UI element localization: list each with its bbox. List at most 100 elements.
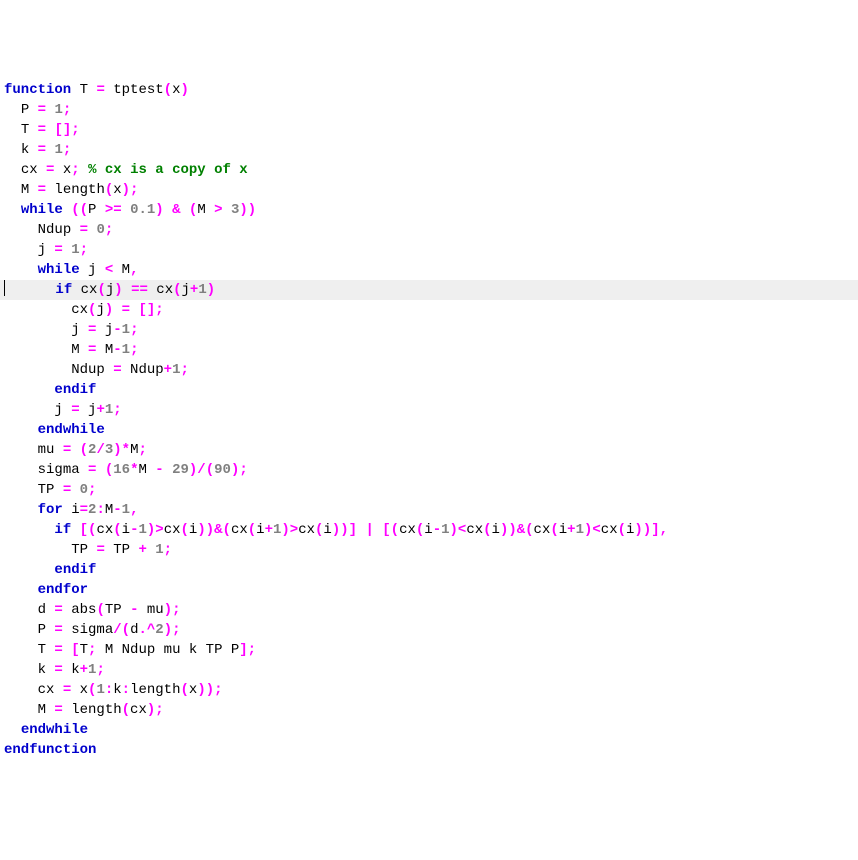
token-id: j (38, 242, 55, 258)
token-n: 2 (155, 622, 163, 638)
code-line[interactable]: d = abs(TP - mu); (0, 600, 858, 620)
token-op: = (54, 662, 62, 678)
indent (4, 162, 21, 178)
token-id: abs (63, 602, 97, 618)
token-op: = (63, 682, 71, 698)
token-op: ; (113, 402, 121, 418)
token-id: mu (138, 602, 163, 618)
indent (4, 122, 21, 138)
code-line[interactable]: for i=2:M-1, (0, 500, 858, 520)
code-line[interactable]: k = k+1; (0, 660, 858, 680)
token-op: - (155, 462, 163, 478)
token-op: ( (122, 702, 130, 718)
code-line[interactable]: if cx(j) == cx(j+1) (0, 280, 858, 300)
indent (4, 642, 38, 658)
token-op: - (113, 322, 121, 338)
token-n: 1 (96, 682, 104, 698)
token-op: = (96, 542, 104, 558)
token-k: if (54, 522, 71, 538)
code-line[interactable]: k = 1; (0, 140, 858, 160)
token-id (122, 202, 130, 218)
token-n: 1 (122, 322, 130, 338)
token-op: ( (618, 522, 626, 538)
token-id: M (105, 502, 113, 518)
code-line[interactable]: endwhile (0, 420, 858, 440)
indent (4, 522, 54, 538)
code-line[interactable]: P = 1; (0, 100, 858, 120)
token-id: cx (534, 522, 551, 538)
token-op: / (96, 442, 104, 458)
code-line[interactable]: cx(j) = []; (0, 300, 858, 320)
token-id: P (38, 622, 55, 638)
token-n: 0.1 (130, 202, 155, 218)
token-op: + (567, 522, 575, 538)
token-op: , (130, 262, 138, 278)
code-line[interactable]: while j < M, (0, 260, 858, 280)
indent (4, 102, 21, 118)
token-op: ( (181, 682, 189, 698)
indent (4, 382, 54, 398)
indent (4, 262, 38, 278)
code-line[interactable]: sigma = (16*M - 29)/(90); (0, 460, 858, 480)
token-op: - (433, 522, 441, 538)
code-line[interactable]: M = length(cx); (0, 700, 858, 720)
code-line[interactable]: mu = (2/3)*M; (0, 440, 858, 460)
token-id: M (21, 182, 38, 198)
code-line[interactable]: TP = 0; (0, 480, 858, 500)
code-line[interactable]: endfor (0, 580, 858, 600)
code-line[interactable]: M = length(x); (0, 180, 858, 200)
code-line[interactable]: j = j-1; (0, 320, 858, 340)
token-n: 1 (155, 542, 163, 558)
code-line[interactable]: endwhile (0, 720, 858, 740)
token-op: >= (105, 202, 122, 218)
indent (4, 222, 38, 238)
token-op: ; (130, 342, 138, 358)
code-line[interactable]: T = [T; M Ndup mu k TP P]; (0, 640, 858, 660)
token-id: cx (72, 282, 97, 298)
token-id: i (424, 522, 432, 538)
code-line[interactable]: endfunction (0, 740, 858, 760)
code-line[interactable]: M = M-1; (0, 340, 858, 360)
code-line[interactable]: P = sigma/(d.^2); (0, 620, 858, 640)
code-line[interactable]: cx = x; % cx is a copy of x (0, 160, 858, 180)
token-op: = (38, 102, 46, 118)
token-id: cx (148, 282, 173, 298)
token-id (71, 522, 79, 538)
code-line[interactable]: T = []; (0, 120, 858, 140)
token-op: ; (71, 162, 79, 178)
code-line[interactable]: function T = tptest(x) (0, 80, 858, 100)
code-line[interactable]: while ((P >= 0.1) & (M > 3)) (0, 200, 858, 220)
token-id (113, 302, 121, 318)
code-line[interactable]: j = j+1; (0, 400, 858, 420)
code-editor[interactable]: function T = tptest(x) P = 1; T = []; k … (0, 80, 858, 760)
token-n: 1 (54, 102, 62, 118)
token-id: j (96, 302, 104, 318)
token-id: j (71, 322, 88, 338)
code-line[interactable]: TP = TP + 1; (0, 540, 858, 560)
indent (4, 542, 71, 558)
token-n: 3 (105, 442, 113, 458)
token-id: cx (130, 702, 147, 718)
token-op: ; (180, 362, 188, 378)
indent (4, 482, 38, 498)
token-op: = (96, 82, 104, 98)
token-op: ( (164, 82, 172, 98)
code-line[interactable]: endif (0, 380, 858, 400)
token-n: 1 (71, 242, 79, 258)
indent (4, 682, 38, 698)
code-line[interactable]: endif (0, 560, 858, 580)
token-k: function (4, 82, 71, 98)
token-id: cx (466, 522, 483, 538)
indent (4, 422, 38, 438)
token-id: cx (38, 682, 63, 698)
token-k: for (38, 502, 63, 518)
code-line[interactable]: j = 1; (0, 240, 858, 260)
token-id (164, 202, 172, 218)
token-k: while (21, 202, 63, 218)
token-id: x (113, 182, 121, 198)
code-line[interactable]: cx = x(1:k:length(x)); (0, 680, 858, 700)
code-line[interactable]: Ndup = Ndup+1; (0, 360, 858, 380)
code-line[interactable]: Ndup = 0; (0, 220, 858, 240)
code-line[interactable]: if [(cx(i-1)>cx(i))&(cx(i+1)>cx(i))] | [… (0, 520, 858, 540)
token-id: M (138, 462, 155, 478)
